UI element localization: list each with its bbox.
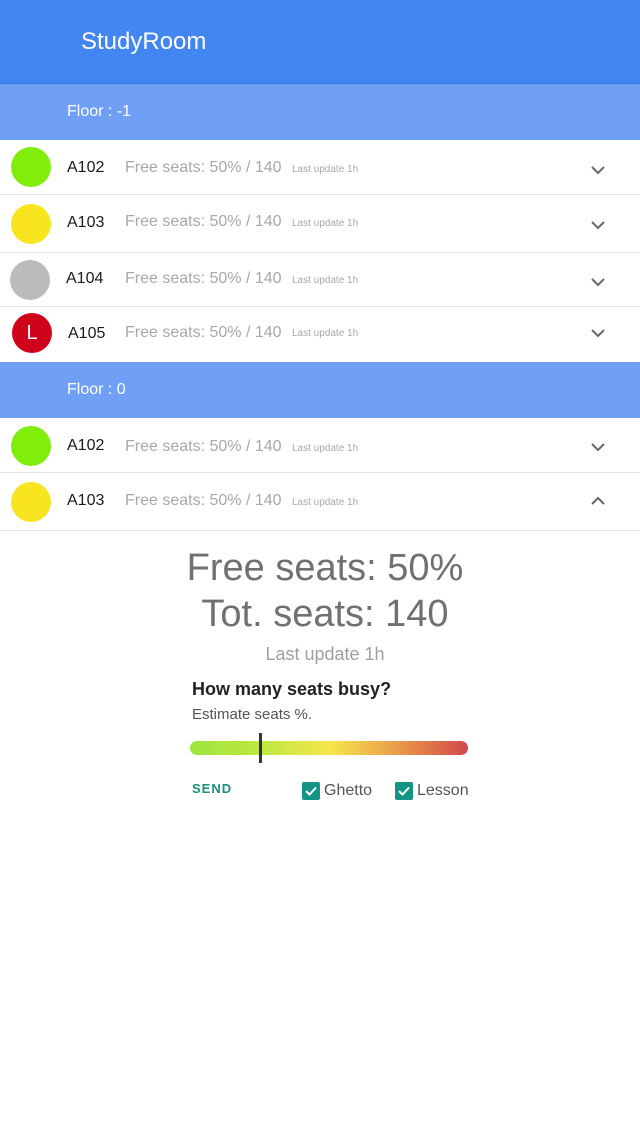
status-indicator: [10, 260, 50, 300]
ghetto-checkbox[interactable]: Ghetto: [302, 781, 372, 801]
free-seats-text: Free seats: 50% / 140: [125, 438, 282, 455]
checkbox-checked-icon: [395, 782, 413, 800]
room-badge: L: [26, 322, 38, 344]
busy-question: How many seats busy?: [192, 679, 392, 699]
floor-label: Floor : 0: [67, 381, 126, 398]
room-row-a105[interactable]: L A105 Free seats: 50% / 140 Last update…: [0, 307, 640, 362]
chevron-down-icon[interactable]: [588, 437, 608, 457]
last-update-text: Last update 1h: [292, 497, 359, 508]
status-indicator: L: [12, 313, 52, 353]
app-bar: StudyRoom: [0, 0, 640, 84]
room-detail-panel: Free seats: 50% Tot. seats: 140 Last upd…: [0, 531, 640, 811]
room-row-a104[interactable]: A104 Free seats: 50% / 140 Last update 1…: [0, 253, 640, 307]
last-update-text: Last update 1h: [292, 328, 359, 339]
last-update-text: Last update 1h: [292, 218, 359, 229]
detail-last-update: Last update 1h: [265, 644, 385, 664]
estimate-hint: Estimate seats %.: [192, 706, 313, 723]
app-title: StudyRoom: [81, 28, 207, 55]
status-indicator: [11, 204, 51, 244]
last-update-text: Last update 1h: [292, 443, 359, 454]
send-button[interactable]: SEND: [192, 781, 232, 796]
chevron-down-icon[interactable]: [588, 323, 608, 343]
floor-header: Floor : 0: [0, 362, 640, 418]
free-seats-text: Free seats: 50% / 140: [125, 324, 282, 341]
room-name: A103: [67, 214, 105, 231]
detail-total-seats: Tot. seats: 140: [201, 593, 449, 635]
room-row-a102[interactable]: A102 Free seats: 50% / 140 Last update 1…: [0, 140, 640, 195]
room-row-a103-expanded[interactable]: A103 Free seats: 50% / 140 Last update 1…: [0, 473, 640, 531]
chevron-up-icon[interactable]: [588, 491, 608, 511]
room-name: A104: [66, 270, 104, 287]
seat-estimate-slider[interactable]: [190, 733, 468, 763]
checkbox-checked-icon: [302, 782, 320, 800]
free-seats-text: Free seats: 50% / 140: [125, 492, 282, 509]
room-name: A103: [67, 492, 105, 509]
last-update-text: Last update 1h: [292, 164, 359, 175]
free-seats-text: Free seats: 50% / 140: [125, 159, 282, 176]
room-name: A102: [67, 159, 105, 176]
free-seats-text: Free seats: 50% / 140: [125, 213, 282, 230]
checkbox-label: Lesson: [417, 782, 469, 799]
free-seats-text: Free seats: 50% / 140: [125, 270, 282, 287]
room-row-a102[interactable]: A102 Free seats: 50% / 140 Last update 1…: [0, 418, 640, 473]
floor-label: Floor : -1: [67, 103, 132, 120]
chevron-down-icon[interactable]: [588, 272, 608, 292]
lesson-checkbox[interactable]: Lesson: [395, 781, 469, 801]
detail-free-seats: Free seats: 50%: [186, 547, 464, 589]
room-name: A105: [68, 325, 106, 342]
status-indicator: [11, 147, 51, 187]
chevron-down-icon[interactable]: [588, 160, 608, 180]
checkbox-label: Ghetto: [324, 782, 373, 799]
floor-header: Floor : -1: [0, 84, 640, 140]
last-update-text: Last update 1h: [292, 275, 359, 286]
room-name: A102: [67, 437, 105, 454]
slider-thumb[interactable]: [258, 733, 262, 763]
status-indicator: [11, 426, 51, 466]
status-indicator: [11, 482, 51, 522]
chevron-down-icon[interactable]: [588, 215, 608, 235]
room-row-a103[interactable]: A103 Free seats: 50% / 140 Last update 1…: [0, 195, 640, 253]
